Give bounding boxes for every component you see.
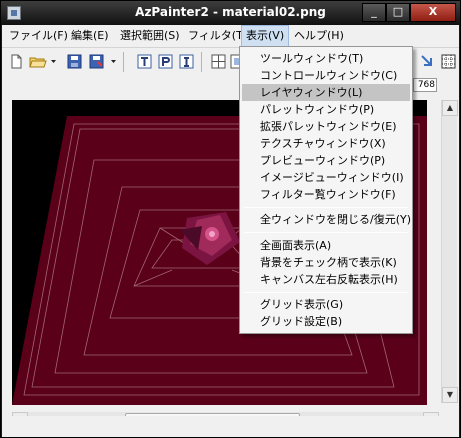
toolbar-separator	[123, 52, 124, 72]
paint-tool-icon[interactable]	[158, 54, 173, 69]
menu-layer-window[interactable]: レイヤウィンドウ(L)	[242, 84, 410, 101]
menu-image-view-window[interactable]: イメージビューウィンドウ(I)	[242, 169, 410, 186]
menu-palette-window[interactable]: パレットウィンドウ(P)	[242, 101, 410, 118]
menu-preview-window[interactable]: プレビューウィンドウ(P)	[242, 152, 410, 169]
menu-tool-window[interactable]: ツールウィンドウ(T)	[242, 50, 410, 67]
menu-flip-canvas[interactable]: キャンバス左右反転表示(H)	[242, 271, 410, 288]
title-bar[interactable]: AzPainter2 - material02.png _ □ X	[1, 1, 460, 25]
save-icon[interactable]	[67, 54, 82, 69]
menu-selection[interactable]: 選択範囲(S)	[116, 25, 184, 47]
info-tool-icon[interactable]	[179, 54, 194, 69]
menu-extended-palette-window[interactable]: 拡張パレットウィンドウ(E)	[242, 118, 410, 135]
toolbar-separator	[201, 52, 202, 72]
new-file-icon[interactable]	[9, 54, 24, 69]
grid-settings-icon[interactable]	[441, 54, 456, 69]
menu-edit[interactable]: 編集(E)	[67, 25, 113, 47]
menu-grid-settings[interactable]: グリッド設定(B)	[242, 313, 410, 330]
close-button[interactable]: X	[410, 3, 456, 22]
menu-close-restore-all[interactable]: 全ウィンドウを閉じる/復元(Y)	[242, 211, 411, 228]
grid-icon[interactable]	[211, 54, 226, 69]
menu-texture-window[interactable]: テクスチャウィンドウ(X)	[242, 135, 410, 152]
menu-separator	[244, 232, 408, 233]
menu-control-window[interactable]: コントロールウィンドウ(C)	[242, 67, 410, 84]
save-as-icon[interactable]	[89, 54, 104, 69]
menu-checker-background[interactable]: 背景をチェック柄で表示(K)	[242, 254, 410, 271]
menu-view[interactable]: 表示(V)	[241, 25, 290, 47]
status-bar	[2, 416, 459, 437]
menu-separator	[244, 292, 408, 293]
open-dropdown-icon[interactable]	[50, 54, 57, 69]
menu-separator	[244, 207, 408, 208]
menu-filter-list-window[interactable]: フィルター覧ウィンドウ(F)	[242, 186, 410, 203]
menu-bar: ファイル(F) 編集(E) 選択範囲(S) フィルタ(T) 表示(V) ヘルプ(…	[2, 25, 459, 48]
menu-show-grid[interactable]: グリッド表示(G)	[242, 296, 410, 313]
save-dropdown-icon[interactable]	[110, 54, 117, 69]
menu-file[interactable]: ファイル(F)	[5, 25, 72, 47]
vertical-scrollbar[interactable]: ▲ ▼	[441, 100, 458, 403]
text-tool-icon[interactable]	[137, 54, 152, 69]
scroll-down-button[interactable]: ▼	[442, 387, 458, 403]
zoom-readout: 768	[413, 78, 437, 92]
minimize-button[interactable]: _	[362, 3, 386, 22]
maximize-button[interactable]: □	[386, 3, 410, 22]
open-folder-icon[interactable]	[29, 54, 47, 69]
arrow-icon[interactable]	[420, 53, 435, 68]
menu-help[interactable]: ヘルプ(H)	[290, 25, 348, 47]
menu-fullscreen[interactable]: 全画面表示(A)	[242, 237, 410, 254]
scroll-up-button[interactable]: ▲	[442, 100, 458, 116]
view-menu-dropdown: ツールウィンドウ(T) コントロールウィンドウ(C) レイヤウィンドウ(L) パ…	[239, 46, 413, 334]
